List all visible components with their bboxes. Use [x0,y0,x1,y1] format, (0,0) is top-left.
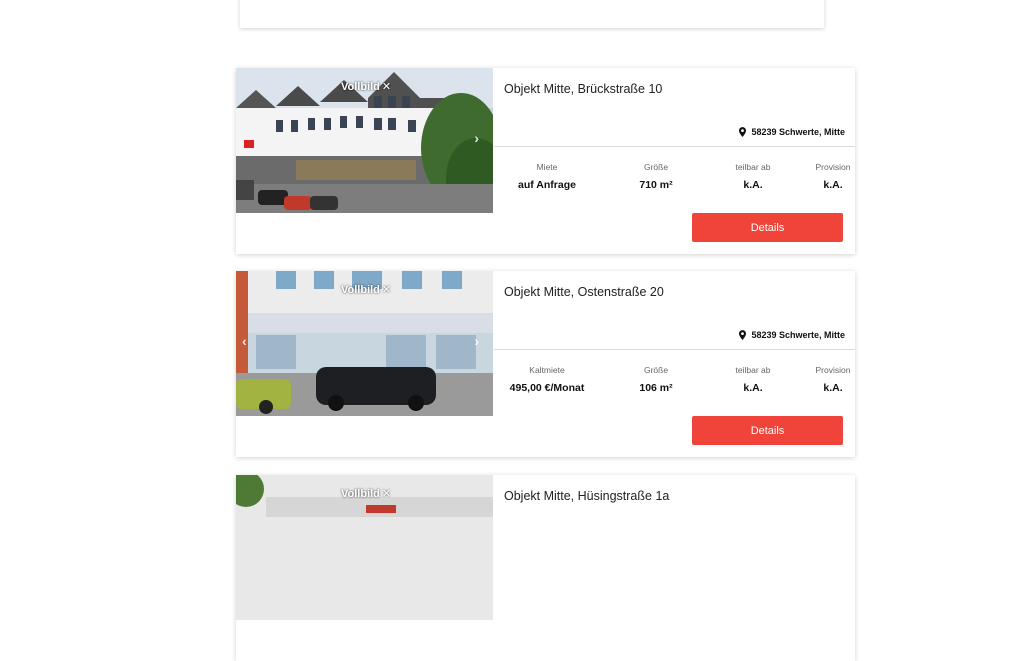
stat-value: k.A. [743,179,763,191]
stat-value: 495,00 €/Monat [509,382,585,394]
fullscreen-badge[interactable]: Vollbild ✕ [341,283,392,297]
chevron-left-icon[interactable]: ‹ [242,333,247,349]
stat-value: k.A. [823,179,843,191]
chevron-right-icon[interactable]: › [474,130,479,146]
previous-listing-card [240,0,824,28]
stat-value: auf Anfrage [518,179,576,191]
stat-commission: Provision k.A. [803,162,855,191]
listing-card[interactable]: Vollbild ✕ › Objekt Mitte, Brückstraße 1… [236,68,855,254]
stat-label: Provision [815,162,851,172]
stat-rent: Miete auf Anfrage [503,162,591,191]
stat-value: 106 m² [639,382,673,394]
divider [494,349,855,350]
stat-divisible: teilbar ab k.A. [723,365,783,394]
stat-label: teilbar ab [735,365,771,375]
expand-icon: ✕ [381,488,392,500]
listing-title[interactable]: Objekt Mitte, Brückstraße 10 [504,82,662,96]
stat-label: Größe [643,365,669,375]
details-button[interactable]: Details [692,213,843,242]
stat-value: 710 m² [639,179,673,191]
fullscreen-label: Vollbild [341,80,380,93]
stat-divisible: teilbar ab k.A. [723,162,783,191]
stat-value: k.A. [743,382,763,394]
stat-rent: Kaltmiete 495,00 €/Monat [503,365,591,394]
fullscreen-label: Vollbild [341,283,380,296]
map-pin-icon [739,127,747,137]
stat-label: Miete [536,162,558,172]
stat-label: Kaltmiete [529,365,565,375]
stat-commission: Provision k.A. [803,365,855,394]
listing-title[interactable]: Objekt Mitte, Ostenstraße 20 [504,285,664,299]
details-button[interactable]: Details [692,416,843,445]
stat-size: Größe 106 m² [626,365,686,394]
listing-card[interactable]: Vollbild ✕ ‹ › Objekt Mitte, Ostenstraße… [236,271,855,457]
divider [494,146,855,147]
listing-photo[interactable]: Vollbild ✕ › [236,68,493,213]
expand-icon: ✕ [381,81,392,93]
stat-label: Größe [643,162,669,172]
fullscreen-badge[interactable]: Vollbild ✕ [341,487,392,501]
location-text: 58239 Schwerte, Mitte [751,127,845,137]
fullscreen-label: Vollbild [341,487,380,500]
stat-value: k.A. [823,382,843,394]
listing-location: 58239 Schwerte, Mitte [739,127,845,137]
listing-location: 58239 Schwerte, Mitte [739,330,845,340]
expand-icon: ✕ [381,284,392,296]
stat-label: Provision [815,365,851,375]
listing-photo[interactable]: Vollbild ✕ [236,475,493,620]
listing-card[interactable]: Vollbild ✕ Objekt Mitte, Hüsingstraße 1a [236,475,855,661]
map-pin-icon [739,330,747,340]
stat-label: teilbar ab [735,162,771,172]
listing-photo[interactable]: Vollbild ✕ ‹ › [236,271,493,416]
stat-size: Größe 710 m² [626,162,686,191]
location-text: 58239 Schwerte, Mitte [751,330,845,340]
listing-title[interactable]: Objekt Mitte, Hüsingstraße 1a [504,489,669,503]
chevron-right-icon[interactable]: › [474,333,479,349]
fullscreen-badge[interactable]: Vollbild ✕ [341,80,392,94]
